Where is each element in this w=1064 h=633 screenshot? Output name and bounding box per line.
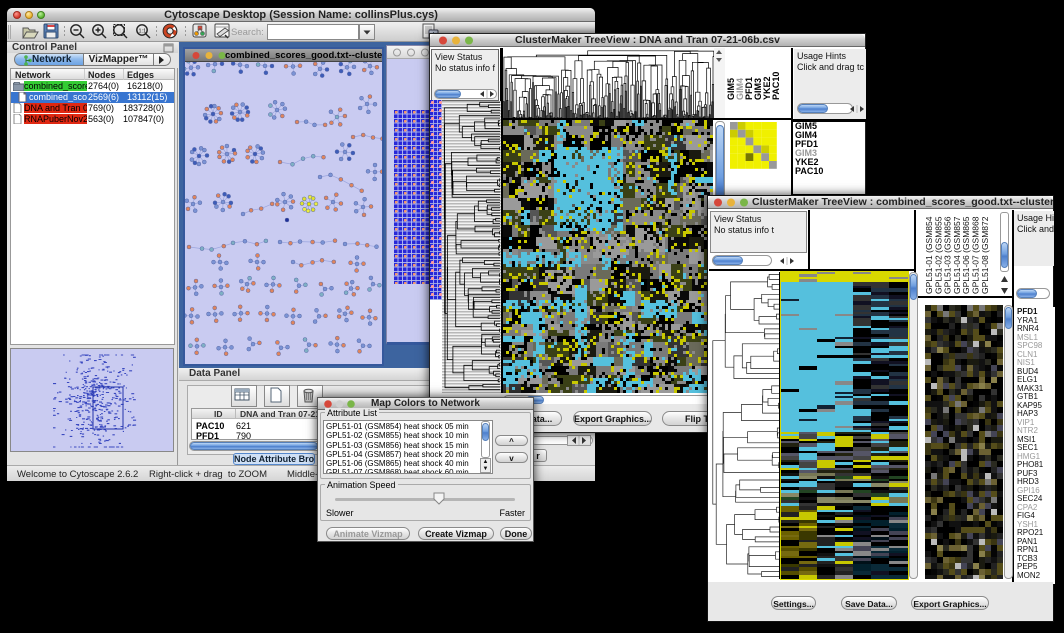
svg-text:PAC10: PAC10 [771, 72, 781, 100]
svg-text:GPL51-08 (GSM872: GPL51-08 (GSM872 [980, 216, 990, 294]
svg-text:1:1: 1:1 [139, 29, 147, 35]
